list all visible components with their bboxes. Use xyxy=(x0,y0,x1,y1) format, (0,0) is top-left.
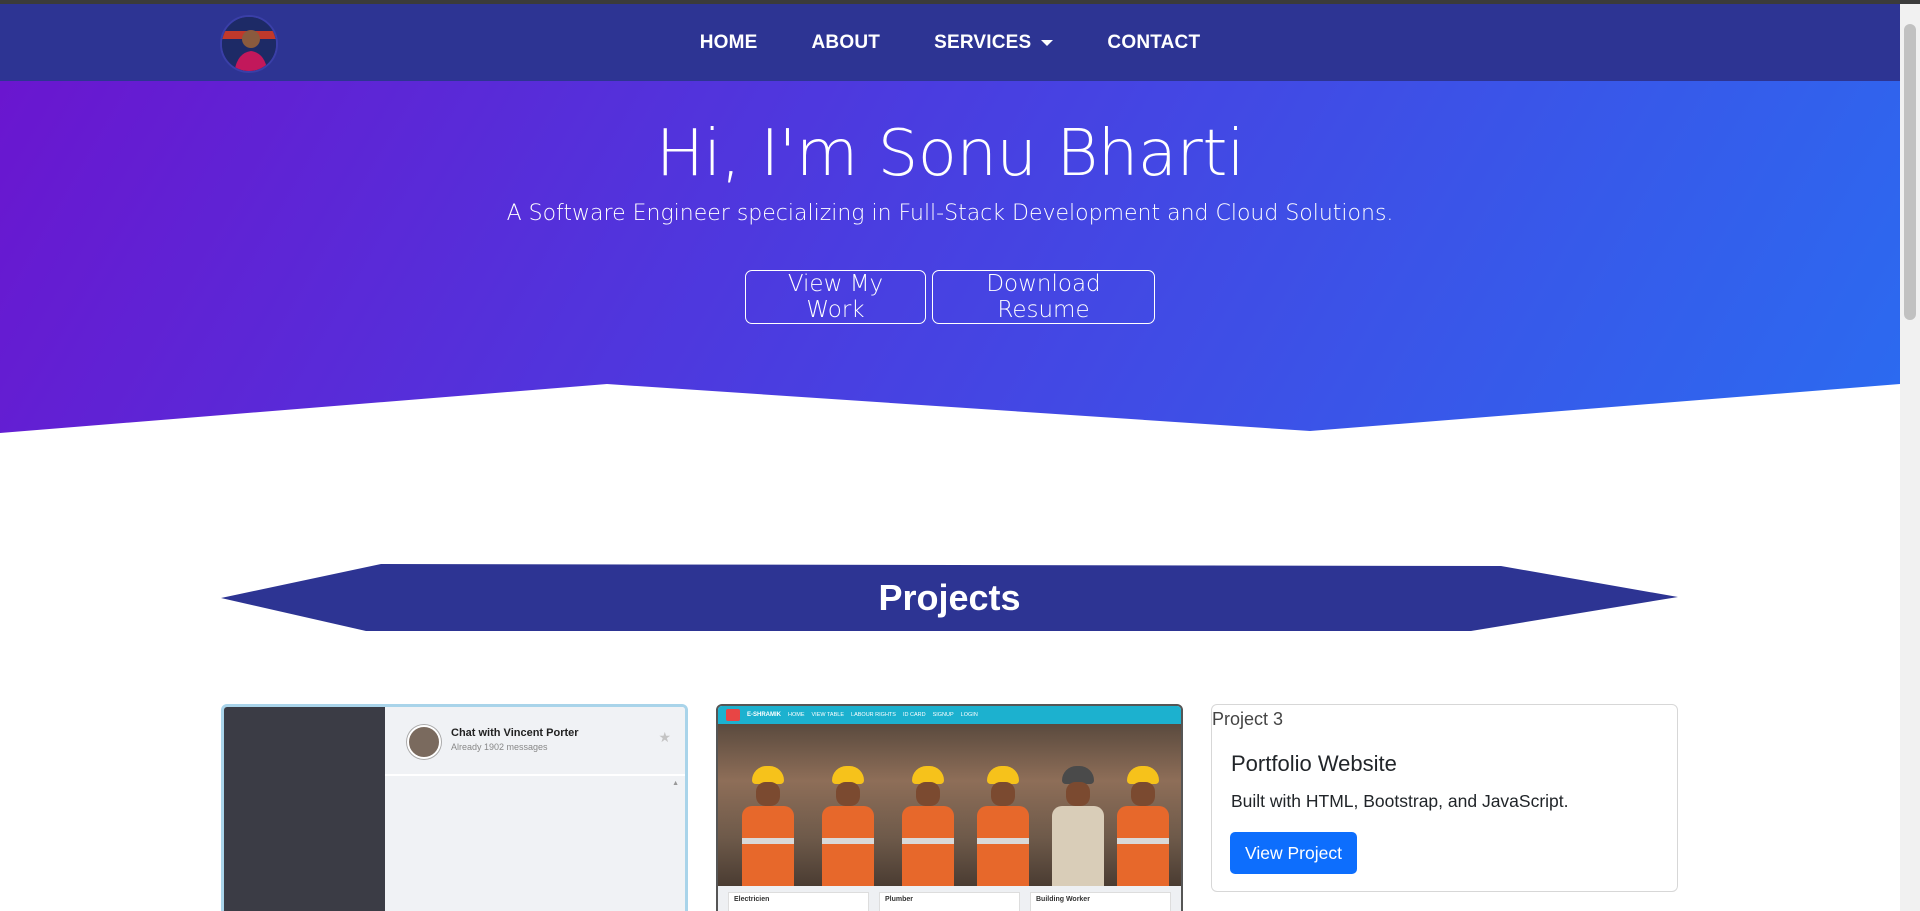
projects-heading: Projects xyxy=(878,576,1021,618)
worker-figure xyxy=(818,766,878,886)
view-my-work-button[interactable]: View My Work xyxy=(745,270,926,324)
nav-home-label: HOME xyxy=(699,31,758,53)
worker-figure xyxy=(1048,766,1108,886)
nav-links: HOME ABOUT SERVICES CONTACT xyxy=(0,4,1900,81)
site-service-tiles: Electricien Plumber Building Worker xyxy=(718,886,1181,911)
site-tile: Plumber xyxy=(879,892,1020,911)
nav-about[interactable]: ABOUT xyxy=(785,32,908,54)
site-nav-item: ID CARD xyxy=(902,712,926,718)
site-nav-item: VIEW TABLE xyxy=(811,712,845,718)
site-nav-item: HOME xyxy=(788,712,805,718)
site-brand: E-SHRAMIK xyxy=(747,712,781,718)
site-nav-item: LOGIN xyxy=(960,712,978,718)
projects-heading-banner: Projects xyxy=(221,564,1678,631)
chat-header: Chat with Vincent Porter Already 1902 me… xyxy=(385,707,685,776)
worker-figure xyxy=(1113,766,1173,886)
scrollbar-thumb[interactable] xyxy=(1904,24,1916,320)
chat-title: Chat with Vincent Porter xyxy=(451,727,579,739)
worker-figure xyxy=(973,766,1033,886)
navbar: HOME ABOUT SERVICES CONTACT xyxy=(0,4,1900,81)
nav-about-label: ABOUT xyxy=(811,31,881,53)
worker-figure xyxy=(898,766,958,886)
project-3-image: Project 3 xyxy=(1212,709,1284,729)
nav-home[interactable]: HOME xyxy=(673,32,785,54)
hero-title: Hi, I'm Sonu Bharti xyxy=(655,117,1245,191)
page-scrollbar[interactable] xyxy=(1900,4,1920,911)
chat-message-count: Already 1902 messages xyxy=(451,742,548,752)
hero-section: Hi, I'm Sonu Bharti A Software Engineer … xyxy=(0,81,1900,433)
view-project-button[interactable]: View Project xyxy=(1230,832,1357,874)
site-tile: Building Worker xyxy=(1030,892,1171,911)
project-title: Portfolio Website xyxy=(1231,751,1397,776)
nav-services-dropdown[interactable]: SERVICES xyxy=(907,32,1080,54)
chat-panel: Chat with Vincent Porter Already 1902 me… xyxy=(385,707,685,911)
hero-subtitle: A Software Engineer specializing in Full… xyxy=(506,201,1394,226)
project-card-chat[interactable]: Chat with Vincent Porter Already 1902 me… xyxy=(221,704,688,911)
nav-contact-label: CONTACT xyxy=(1107,31,1201,53)
caret-down-icon xyxy=(1041,39,1054,46)
site-logo xyxy=(726,709,740,721)
chat-sidebar xyxy=(224,707,385,911)
project-description: Built with HTML, Bootstrap, and JavaScri… xyxy=(1231,791,1569,811)
site-nav-item: LABOUR RIGHTS xyxy=(851,712,896,718)
download-resume-button[interactable]: Download Resume xyxy=(932,270,1155,324)
scroll-up-icon: ▲ xyxy=(672,780,679,787)
nav-services-label: SERVICES xyxy=(934,31,1032,53)
project-card-eshramik[interactable]: E-SHRAMIK HOME VIEW TABLE LABOUR RIGHTS … xyxy=(716,704,1183,911)
worker-figure xyxy=(738,766,798,886)
site-nav-item: SIGNUP xyxy=(932,712,954,718)
hero-buttons: View My Work Download Resume xyxy=(0,270,1900,324)
workers-photo xyxy=(718,724,1181,886)
star-icon: ★ xyxy=(658,729,671,745)
site-tile: Electricien xyxy=(728,892,869,911)
project-card-portfolio: Project 3 Portfolio Website Built with H… xyxy=(1211,704,1678,892)
nav-contact[interactable]: CONTACT xyxy=(1080,32,1227,54)
page: HOME ABOUT SERVICES CONTACT Hi, I'm Sonu… xyxy=(0,0,1920,911)
chat-avatar xyxy=(407,725,441,759)
site-nav-bar: E-SHRAMIK HOME VIEW TABLE LABOUR RIGHTS … xyxy=(718,706,1181,724)
